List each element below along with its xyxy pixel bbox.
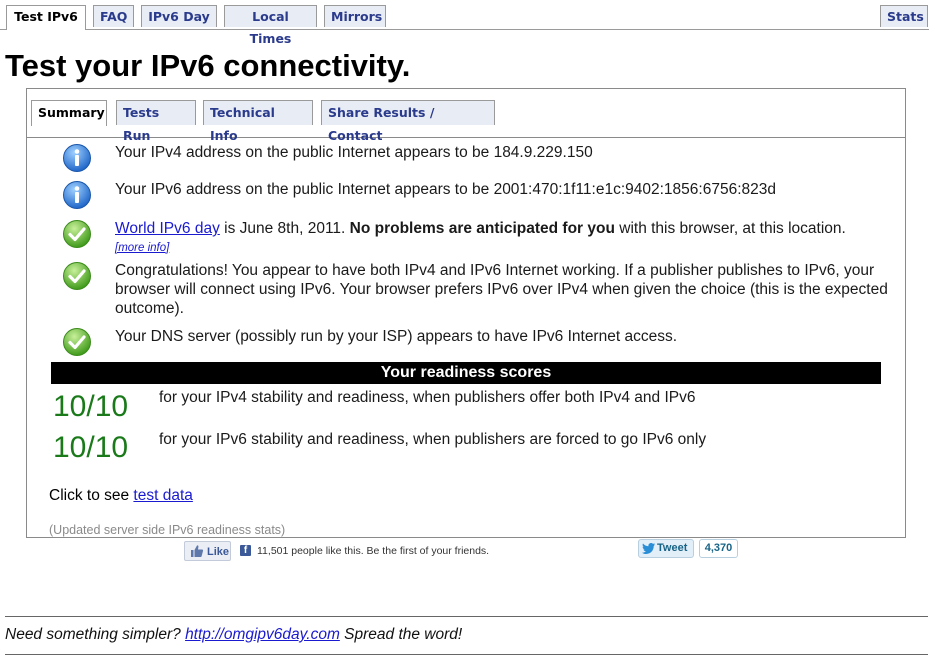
tab-share-results-contact[interactable]: Share Results / Contact <box>321 100 495 143</box>
test-data-prefix: Click to see <box>49 487 134 504</box>
tab-test-ipv6[interactable]: Test IPv6 <box>6 5 86 30</box>
ipv6-day-text: is June 8th, 2011. <box>219 220 350 237</box>
tweet-button[interactable]: Tweet <box>638 539 694 558</box>
like-label: Like <box>207 546 230 558</box>
footer-divider-bottom <box>5 654 928 655</box>
footer-suffix: Spread the word! <box>339 626 463 643</box>
tweet-label: Tweet <box>657 542 688 554</box>
tweet-count-badge: 4,370 <box>699 539 738 558</box>
tab-tests-run[interactable]: Tests Run <box>116 100 196 143</box>
tab-stats[interactable]: Stats <box>880 5 928 27</box>
dns-message: Your DNS server (possibly run by your IS… <box>115 328 677 345</box>
tab-summary[interactable]: Summary <box>31 100 107 126</box>
no-problems-text: No problems are anticipated for you <box>349 220 615 237</box>
ipv4-score-text: for your IPv4 stability and readiness, w… <box>159 389 696 406</box>
tab-mirrors[interactable]: Mirrors <box>324 5 386 27</box>
test-data-link[interactable]: test data <box>133 487 192 504</box>
footer-text: Need something simpler? http://omgipv6da… <box>5 626 462 644</box>
footer-prefix: Need something simpler? <box>5 626 186 643</box>
tab-faq[interactable]: FAQ <box>93 5 134 27</box>
updated-stats-link[interactable]: (Updated server side IPv6 readiness stat… <box>49 523 285 537</box>
check-icon <box>62 219 92 249</box>
ipv4-address-message: Your IPv4 address on the public Internet… <box>115 144 593 161</box>
top-tab-bar: Test IPv6 FAQ IPv6 Day Local Times Mirro… <box>0 5 929 46</box>
facebook-like-count-text: 11,501 people like this. Be the first of… <box>257 545 490 557</box>
info-icon <box>62 180 92 210</box>
check-icon <box>62 327 92 357</box>
ipv4-score: 10/10 <box>53 390 129 423</box>
tab-local-times[interactable]: Local Times <box>224 5 317 46</box>
footer-divider-top <box>5 616 928 617</box>
tab-technical-info[interactable]: Technical Info <box>203 100 313 143</box>
readiness-scores-header: Your readiness scores <box>51 362 881 384</box>
results-panel: Summary Tests Run Technical Info Share R… <box>26 88 906 538</box>
more-info-link[interactable]: [more info] <box>115 242 169 254</box>
inner-tab-bar: Summary Tests Run Technical Info Share R… <box>27 89 905 143</box>
check-icon <box>62 261 92 291</box>
congratulations-message: Congratulations! You appear to have both… <box>115 262 888 317</box>
ipv6-address-message: Your IPv6 address on the public Internet… <box>115 181 776 198</box>
ipv6-score-text: for your IPv6 stability and readiness, w… <box>159 431 707 448</box>
twitter-bird-icon <box>642 543 655 554</box>
thumbs-up-icon <box>190 544 204 558</box>
info-icon <box>62 143 92 173</box>
facebook-like-button[interactable]: Like <box>184 541 231 561</box>
world-ipv6-day-link[interactable]: World IPv6 day <box>115 220 220 237</box>
test-data-line: Click to see test data <box>49 487 193 505</box>
tab-ipv6-day[interactable]: IPv6 Day <box>141 5 217 27</box>
ipv6-score: 10/10 <box>53 431 129 464</box>
page-title: Test your IPv6 connectivity. <box>5 48 411 83</box>
ipv6-day-text-end: with this browser, at this location. <box>614 220 846 237</box>
ipv6-day-message: World IPv6 day is June 8th, 2011. No pro… <box>115 219 895 238</box>
omgipv6day-link[interactable]: http://omgipv6day.com <box>185 626 340 643</box>
facebook-icon: f <box>240 545 251 556</box>
more-info-row: [more info] <box>115 237 895 258</box>
